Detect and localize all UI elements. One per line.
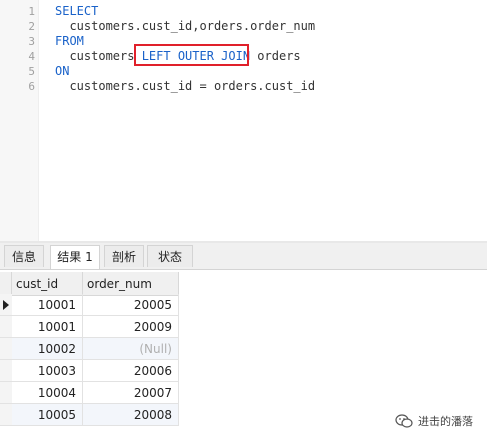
cell-order-num[interactable]: 20005 [83, 294, 179, 316]
current-row-arrow-icon [3, 300, 9, 310]
watermark-text: 进击的潘落 [418, 415, 473, 428]
cell-cust-id[interactable]: 10003 [12, 360, 83, 382]
line-number: 5 [28, 65, 35, 78]
line-number-gutter: 1 2 3 4 5 6 [0, 0, 39, 241]
line-number: 6 [28, 80, 35, 93]
code-table-orders: orders [250, 49, 301, 63]
row-selector[interactable] [0, 382, 12, 404]
cell-order-num[interactable]: 20008 [83, 404, 179, 426]
cell-cust-id[interactable]: 10005 [12, 404, 83, 426]
row-selector[interactable] [0, 316, 12, 338]
tab-profile[interactable]: 剖析 [104, 245, 144, 267]
row-selector[interactable] [0, 360, 12, 382]
tab-status[interactable]: 状态 [147, 245, 193, 267]
cell-order-num-null[interactable]: (Null) [83, 338, 179, 360]
row-selector-header [0, 272, 12, 296]
wechat-icon [395, 414, 413, 428]
line-number: 1 [28, 5, 35, 18]
row-selector[interactable] [0, 404, 12, 426]
column-header-cust-id[interactable]: cust_id [12, 272, 83, 296]
row-selector[interactable] [0, 294, 12, 316]
cell-cust-id[interactable]: 10004 [12, 382, 83, 404]
code-table-customers: customers [55, 49, 142, 63]
line-number: 4 [28, 50, 35, 63]
cell-order-num[interactable]: 20009 [83, 316, 179, 338]
cell-order-num[interactable]: 20006 [83, 360, 179, 382]
row-selector[interactable] [0, 338, 12, 360]
cell-cust-id[interactable]: 10002 [12, 338, 83, 360]
line-number: 2 [28, 20, 35, 33]
code-line-condition[interactable]: customers.cust_id = orders.cust_id [55, 79, 315, 94]
column-header-order-num[interactable]: order_num [83, 272, 179, 296]
code-line-on[interactable]: ON [55, 64, 69, 79]
cell-cust-id[interactable]: 10001 [12, 316, 83, 338]
result-tabs: 信息 结果 1 剖析 状态 [0, 243, 487, 270]
tab-info[interactable]: 信息 [4, 245, 44, 267]
code-line-columns[interactable]: customers.cust_id,orders.order_num [55, 19, 315, 34]
code-line-select[interactable]: SELECT [55, 4, 98, 19]
cell-cust-id[interactable]: 10001 [12, 294, 83, 316]
cell-order-num[interactable]: 20007 [83, 382, 179, 404]
join-highlight-box [134, 44, 249, 66]
sql-editor[interactable]: 1 2 3 4 5 6 SELECT customers.cust_id,ord… [0, 0, 487, 241]
code-line-from[interactable]: FROM [55, 34, 84, 49]
watermark: 进击的潘落 [395, 413, 473, 429]
tab-result-1[interactable]: 结果 1 [50, 245, 100, 269]
line-number: 3 [28, 35, 35, 48]
